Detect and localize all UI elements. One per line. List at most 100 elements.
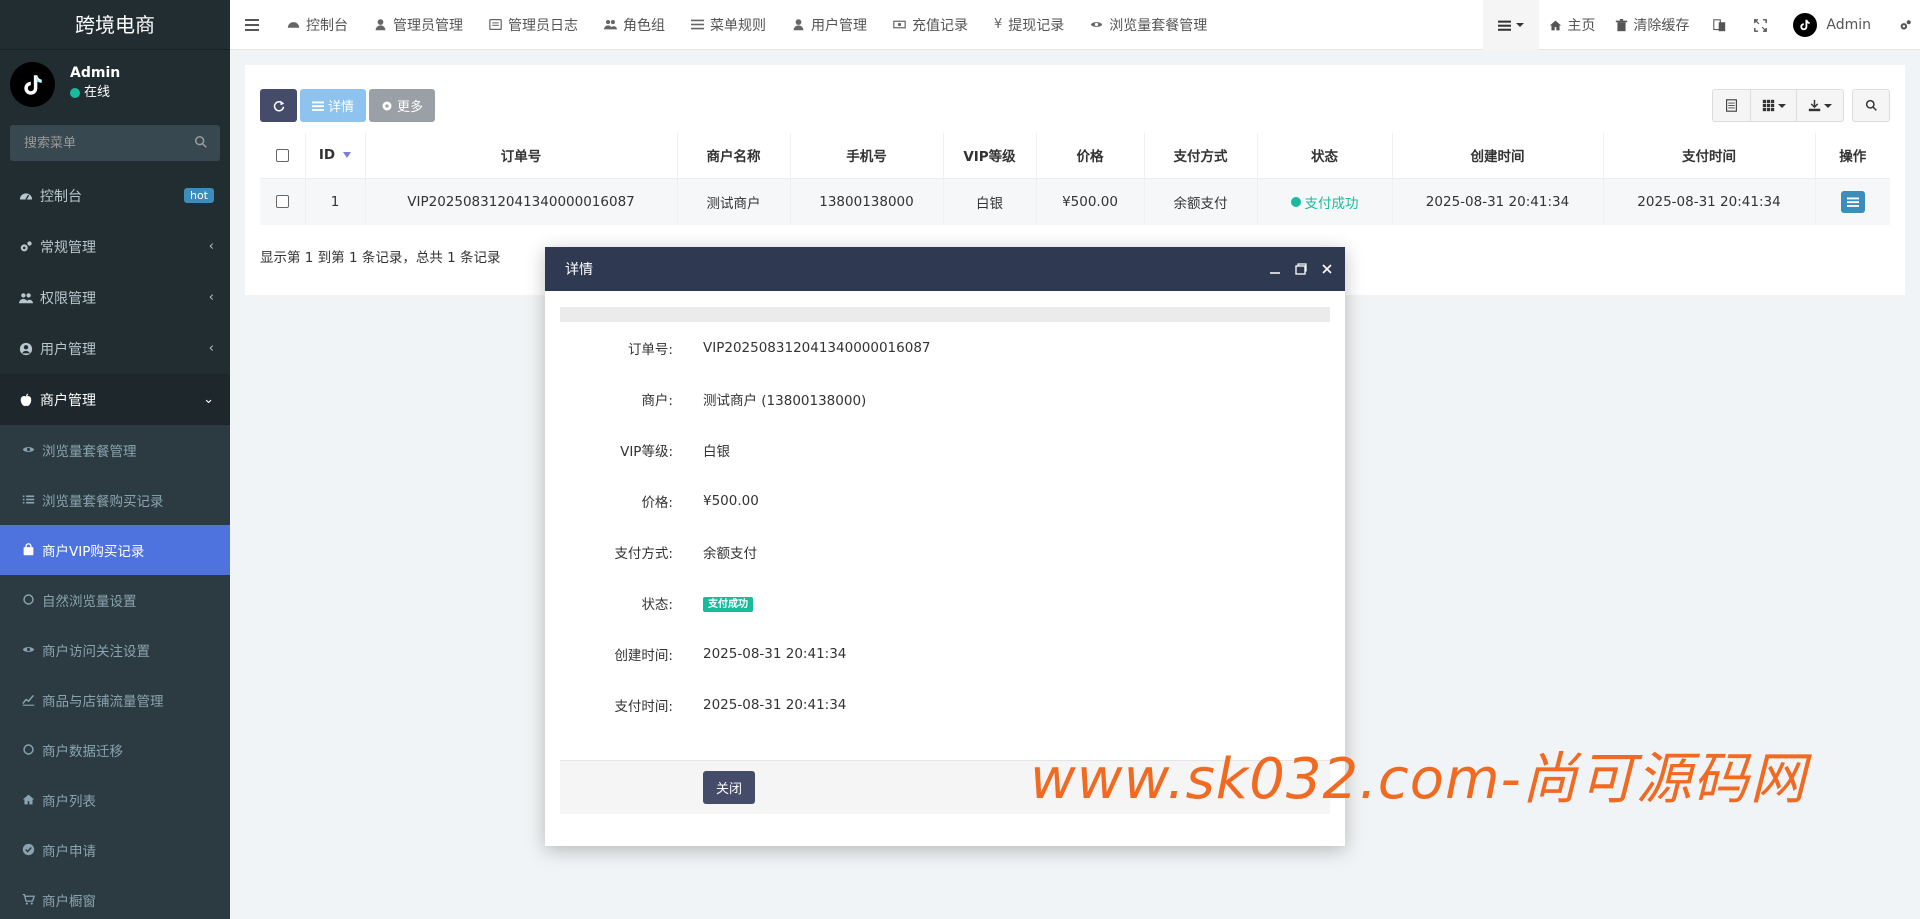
tab-traffic-packages[interactable]: 浏览量套餐管理 [1077, 0, 1220, 50]
tab-admin-manage[interactable]: 管理员管理 [361, 0, 476, 50]
translate-icon [1713, 18, 1726, 31]
cell-vip: 白银 [942, 178, 1036, 225]
submenu-item-merchant-list[interactable]: 商户列表 [0, 775, 230, 825]
cell-phone: 13800138000 [789, 178, 943, 225]
field-value: 2025-08-31 20:41:34 [703, 696, 847, 713]
search-icon[interactable] [194, 135, 208, 149]
chevron-left-icon: ‹ [208, 239, 214, 254]
table-search-button[interactable] [1852, 89, 1890, 122]
select-all-checkbox[interactable] [275, 148, 289, 162]
trash-icon [1616, 18, 1628, 31]
tab-dashboard[interactable]: 控制台 [274, 0, 361, 50]
select-all-cell [260, 133, 305, 179]
cell-created: 2025-08-31 20:41:34 [1391, 178, 1603, 225]
avatar [1793, 13, 1818, 37]
bars-icon [691, 19, 704, 30]
clear-cache-button[interactable]: 清除缓存 [1605, 0, 1699, 50]
refresh-button[interactable] [260, 89, 297, 122]
list-icon [22, 493, 36, 507]
col-paid: 支付时间 [1602, 133, 1815, 179]
tab-label: 充值记录 [912, 17, 968, 34]
col-id[interactable]: ID [304, 133, 365, 179]
col-vip: VIP等级 [942, 133, 1036, 179]
field-price: 价格: ¥500.00 [560, 475, 1330, 526]
sidebar-item-general[interactable]: 常规管理 ‹ [0, 221, 230, 272]
field-created: 创建时间: 2025-08-31 20:41:34 [560, 628, 1330, 679]
cogs-icon [18, 239, 34, 255]
sidebar-item-label: 控制台 [40, 188, 82, 205]
sidebar-toggle[interactable] [230, 0, 274, 50]
tab-label: 浏览量套餐管理 [1109, 17, 1208, 34]
submenu-item-data-migration[interactable]: 商户数据迁移 [0, 725, 230, 775]
sidebar-item-users[interactable]: 用户管理 ‹ [0, 323, 230, 374]
chevron-left-icon: ‹ [208, 341, 214, 356]
merchant-submenu: 浏览量套餐管理 浏览量套餐购买记录 商户VIP购买记录 自然浏览量设置 商户访问… [0, 425, 230, 919]
status-success: 支付成功 [1290, 192, 1359, 212]
field-value: ¥500.00 [703, 492, 759, 509]
caret-down-icon [1777, 103, 1786, 108]
sidebar-item-dashboard[interactable]: 控制台 hot [0, 170, 230, 221]
admin-menu[interactable]: Admin [1781, 0, 1885, 50]
cart-icon [22, 893, 36, 907]
home-icon [22, 793, 36, 807]
clear-cache-label: 清除缓存 [1633, 18, 1690, 34]
submenu-item-package-purchases[interactable]: 浏览量套餐购买记录 [0, 475, 230, 525]
more-button[interactable]: 更多 [369, 89, 436, 122]
field-label: 支付方式: [614, 545, 673, 562]
submenu-item-traffic-packages[interactable]: 浏览量套餐管理 [0, 425, 230, 475]
brand-title[interactable]: 跨境电商 [0, 0, 230, 50]
field-label: 订单号: [627, 341, 673, 358]
submenu-item-vip-purchases[interactable]: 商户VIP购买记录 [0, 525, 230, 575]
submenu-item-label: 商户列表 [42, 794, 96, 810]
submenu-item-showcase[interactable]: 商户橱窗 [0, 875, 230, 919]
circle-icon [22, 593, 36, 607]
eye-icon [22, 443, 36, 457]
gear-icon [382, 101, 392, 110]
tab-label: 菜单规则 [710, 17, 766, 34]
menu-search-input[interactable] [10, 125, 220, 161]
tab-admin-log[interactable]: 管理员日志 [476, 0, 591, 50]
tabs-dropdown[interactable] [1483, 0, 1540, 50]
settings-button[interactable] [1885, 0, 1920, 50]
close-button[interactable]: 关闭 [703, 771, 755, 804]
row-checkbox[interactable] [275, 195, 289, 209]
maximize-icon[interactable] [1295, 263, 1307, 275]
close-icon[interactable] [1321, 263, 1333, 275]
submenu-item-merchant-apply[interactable]: 商户申请 [0, 825, 230, 875]
home-link[interactable]: 主页 [1539, 0, 1605, 50]
submenu-item-label: 商户VIP购买记录 [42, 544, 145, 560]
list-icon [312, 101, 324, 111]
tab-recharge[interactable]: 充值记录 [880, 0, 981, 50]
export-button[interactable] [1797, 90, 1843, 121]
sidebar-item-label: 商户管理 [40, 392, 96, 409]
toggle-view-button[interactable] [1713, 90, 1751, 121]
refresh-icon [273, 100, 284, 112]
fullscreen-button[interactable] [1740, 0, 1781, 50]
admin-name: Admin [1826, 17, 1871, 33]
submenu-item-product-traffic[interactable]: 商品与店铺流量管理 [0, 675, 230, 725]
submenu-item-natural-traffic[interactable]: 自然浏览量设置 [0, 575, 230, 625]
table-row[interactable]: 1 VIP202508312041340000016087 测试商户 13800… [260, 178, 1890, 225]
user-status: 在线 [70, 82, 120, 104]
avatar[interactable] [10, 62, 55, 107]
detail-button[interactable]: 详情 [300, 89, 367, 122]
tab-menu-rules[interactable]: 菜单规则 [678, 0, 779, 50]
row-select-cell [260, 178, 305, 225]
tab-label: 提现记录 [1008, 17, 1065, 34]
sidebar-item-permissions[interactable]: 权限管理 ‹ [0, 272, 230, 323]
download-icon [1808, 99, 1821, 112]
online-dot-icon [70, 88, 80, 98]
hot-badge: hot [183, 188, 214, 203]
submenu-item-visit-follow[interactable]: 商户访问关注设置 [0, 625, 230, 675]
tab-role-group[interactable]: 角色组 [591, 0, 678, 50]
minimize-icon[interactable] [1269, 263, 1281, 275]
columns-button[interactable] [1751, 90, 1797, 121]
tab-user-manage[interactable]: 用户管理 [779, 0, 880, 50]
modal-header[interactable]: 详情 [545, 247, 1345, 291]
row-detail-button[interactable] [1840, 190, 1865, 213]
tab-withdraw[interactable]: ¥ 提现记录 [981, 0, 1077, 50]
language-toggle[interactable] [1699, 0, 1740, 50]
users-icon [604, 20, 617, 30]
submenu-item-label: 浏览量套餐管理 [42, 444, 137, 460]
sidebar-item-merchants[interactable]: 商户管理 ⌄ [0, 374, 230, 425]
